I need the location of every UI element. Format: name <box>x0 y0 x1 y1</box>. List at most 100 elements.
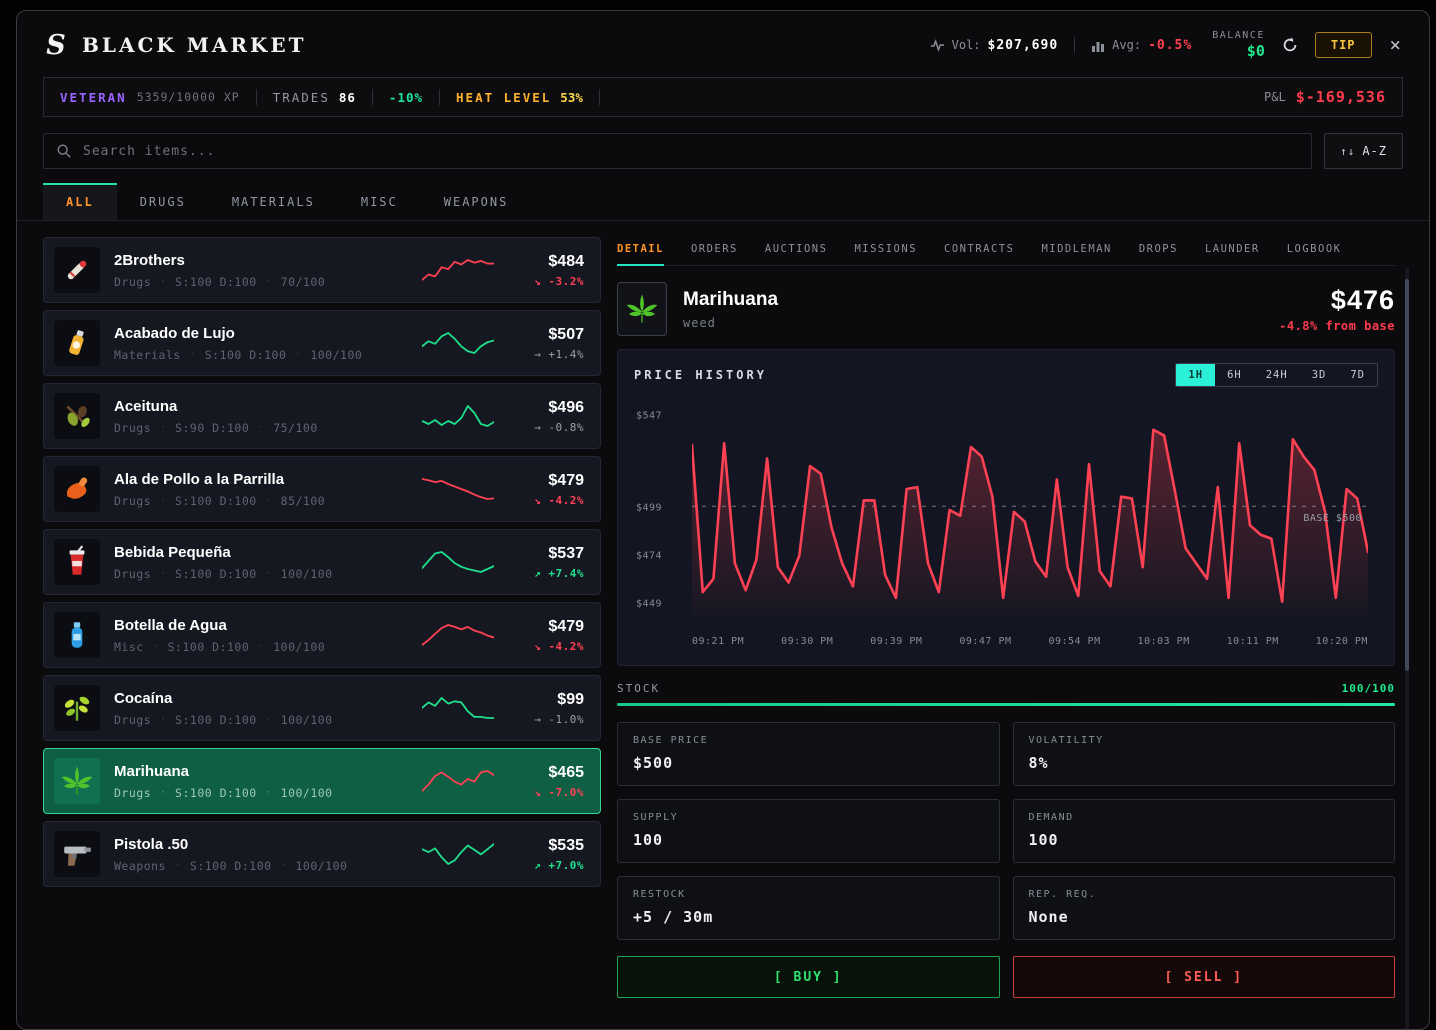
item-supply-demand: S:100 D:100 <box>175 275 257 289</box>
avg-stat: Avg: -0.5% <box>1091 38 1192 53</box>
detail-price: $476 <box>1279 285 1395 316</box>
item-name: Ala de Pollo a la Parrilla <box>114 471 408 488</box>
detail-header: Marihuana weed $476 -4.8% from base <box>617 266 1395 349</box>
detail-scrollbar-thumb[interactable] <box>1405 279 1409 671</box>
range-1h[interactable]: 1H <box>1176 364 1215 386</box>
detail-tab-detail[interactable]: DETAIL <box>617 237 664 266</box>
stock-progress-bar <box>617 703 1395 706</box>
detail-tab-missions[interactable]: MISSIONS <box>854 237 917 266</box>
item-category: Drugs <box>114 786 151 800</box>
item-meta: Drugs· S:100 D:100· 85/100 <box>114 494 408 508</box>
tab-all[interactable]: ALL <box>43 183 117 220</box>
tab-weapons[interactable]: WEAPONS <box>421 183 532 220</box>
item-supply-demand: S:100 D:100 <box>175 567 257 581</box>
item-supply-demand: S:100 D:100 <box>205 348 287 362</box>
range-3d[interactable]: 3D <box>1300 364 1339 386</box>
refresh-icon[interactable] <box>1281 36 1299 54</box>
pistol-icon <box>54 831 100 877</box>
detail-tab-auctions[interactable]: AUCTIONS <box>765 237 828 266</box>
detail-tab-orders[interactable]: ORDERS <box>691 237 738 266</box>
list-item-bebida-peque-a[interactable]: Bebida Pequeña Drugs· S:100 D:100· 100/1… <box>43 529 601 595</box>
detail-tab-contracts[interactable]: CONTRACTS <box>944 237 1014 266</box>
y-axis-label: $449 <box>636 598 662 609</box>
close-icon[interactable]: × <box>1388 34 1403 56</box>
item-price-block: $479 ↘ -4.2% <box>508 472 584 507</box>
range-7d[interactable]: 7D <box>1338 364 1377 386</box>
item-sparkline <box>422 695 494 721</box>
item-meta: Drugs· S:100 D:100· 100/100 <box>114 786 408 800</box>
meta-separator: · <box>266 788 272 798</box>
buy-button[interactable]: [ BUY ] <box>617 956 1000 998</box>
stat-box-volatility: VOLATILITY 8% <box>1013 722 1396 786</box>
item-info: 2Brothers Drugs· S:100 D:100· 70/100 <box>114 252 408 289</box>
stat-label: REP. REQ. <box>1029 889 1380 900</box>
item-price-block: $507 → +1.4% <box>508 326 584 361</box>
meta-separator: · <box>258 423 264 433</box>
volume-stat: Vol: $207,690 <box>930 38 1059 53</box>
water-bottle-icon <box>54 612 100 658</box>
range-6h[interactable]: 6H <box>1215 364 1254 386</box>
price-history-card: PRICE HISTORY 1H6H24H3D7D $547$499$474$4… <box>617 349 1395 666</box>
olive-icon <box>54 393 100 439</box>
item-sparkline <box>422 841 494 867</box>
item-meta: Drugs· S:100 D:100· 100/100 <box>114 567 408 581</box>
trades-value: 86 <box>339 90 356 105</box>
item-category: Materials <box>114 348 181 362</box>
item-name: Cocaína <box>114 690 408 707</box>
meta-separator: · <box>153 642 159 652</box>
stock-progress-fill <box>617 703 1395 706</box>
chicken-wing-icon <box>54 466 100 512</box>
sell-button[interactable]: [ SELL ] <box>1013 956 1396 998</box>
item-stock: 100/100 <box>273 640 325 654</box>
list-item-coca-na[interactable]: Cocaína Drugs· S:100 D:100· 100/100 $99 … <box>43 675 601 741</box>
heat-level-label: HEAT LEVEL <box>456 90 551 105</box>
list-item-acabado-de-lujo[interactable]: Acabado de Lujo Materials· S:100 D:100· … <box>43 310 601 376</box>
tab-drugs[interactable]: DRUGS <box>117 183 209 220</box>
item-price-change: → -0.8% <box>508 421 584 434</box>
black-market-window: S BLACK MARKET Vol: $207,690 Avg: -0.5% … <box>16 10 1430 1030</box>
sort-arrows-icon: ↑↓ <box>1340 145 1355 158</box>
list-item-ala-de-pollo-a-la-parrilla[interactable]: Ala de Pollo a la Parrilla Drugs· S:100 … <box>43 456 601 522</box>
item-supply-demand: S:90 D:100 <box>175 421 249 435</box>
stat-box-restock: RESTOCK +5 / 30m <box>617 876 1000 940</box>
item-price: $507 <box>508 326 584 344</box>
range-24h[interactable]: 24H <box>1254 364 1300 386</box>
sort-az-button[interactable]: ↑↓ A-Z <box>1324 133 1403 169</box>
search-input[interactable] <box>83 144 1299 159</box>
pnl-block: P&L $-169,536 <box>1264 88 1386 106</box>
meta-separator: · <box>281 861 287 871</box>
item-category: Drugs <box>114 494 151 508</box>
detail-tab-launder[interactable]: LAUNDER <box>1205 237 1260 266</box>
list-item-aceituna[interactable]: Aceituna Drugs· S:90 D:100· 75/100 $496 … <box>43 383 601 449</box>
item-meta: Weapons· S:100 D:100· 100/100 <box>114 859 408 873</box>
meta-separator: · <box>266 569 272 579</box>
detail-tab-middleman[interactable]: MIDDLEMAN <box>1041 237 1111 266</box>
detail-panel: DETAIL ORDERS AUCTIONS MISSIONS CONTRACTS MID… <box>617 237 1403 998</box>
weed-leaf-icon <box>617 282 667 336</box>
stat-label: SUPPLY <box>633 812 984 823</box>
list-item-botella-de-agua[interactable]: Botella de Agua Misc· S:100 D:100· 100/1… <box>43 602 601 668</box>
item-meta: Materials· S:100 D:100· 100/100 <box>114 348 408 362</box>
item-meta: Misc· S:100 D:100· 100/100 <box>114 640 408 654</box>
detail-tab-logbook[interactable]: LOGBOOK <box>1287 237 1342 266</box>
search-box[interactable] <box>43 133 1312 169</box>
item-stock: 100/100 <box>281 786 333 800</box>
tip-button[interactable]: TIP <box>1315 32 1372 58</box>
tab-misc[interactable]: MISC <box>338 183 421 220</box>
meta-separator: · <box>266 496 272 506</box>
item-supply-demand: S:100 D:100 <box>175 713 257 727</box>
detail-tab-drops[interactable]: DROPS <box>1139 237 1178 266</box>
item-info: Aceituna Drugs· S:90 D:100· 75/100 <box>114 398 408 435</box>
weed-leaf-icon <box>54 758 100 804</box>
list-item-2brothers[interactable]: 2Brothers Drugs· S:100 D:100· 70/100 $48… <box>43 237 601 303</box>
list-item-marihuana[interactable]: Marihuana Drugs· S:100 D:100· 100/100 $4… <box>43 748 601 814</box>
item-price: $496 <box>508 399 584 417</box>
stat-box-base-price: BASE PRICE $500 <box>617 722 1000 786</box>
meta-separator: · <box>175 861 181 871</box>
item-sparkline <box>422 768 494 794</box>
tab-materials[interactable]: MATERIALS <box>209 183 338 220</box>
item-meta: Drugs· S:100 D:100· 70/100 <box>114 275 408 289</box>
item-meta: Drugs· S:90 D:100· 75/100 <box>114 421 408 435</box>
list-item-pistola-50[interactable]: Pistola .50 Weapons· S:100 D:100· 100/10… <box>43 821 601 887</box>
chart-header: PRICE HISTORY 1H6H24H3D7D <box>634 363 1378 387</box>
